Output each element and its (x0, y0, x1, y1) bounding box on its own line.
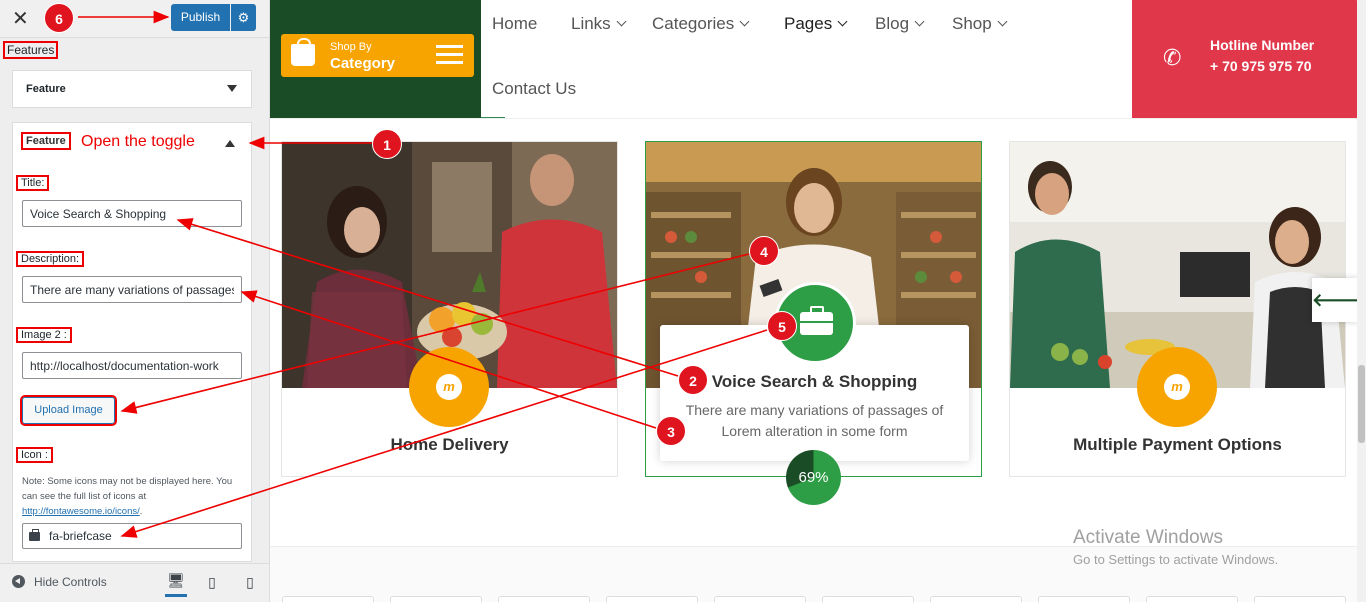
progress-circle: 69% (786, 450, 841, 505)
mobile-preview-icon[interactable]: ▯ (239, 574, 261, 592)
icon-input-value: fa-briefcase (49, 529, 112, 543)
annotation-badge-6: 6 (44, 3, 74, 33)
feature-card-home-delivery: m Home Delivery (281, 141, 618, 477)
title-label: Title: (15, 175, 50, 191)
category-tile[interactable] (606, 596, 698, 602)
nav-blog-label: Blog (875, 14, 910, 33)
annotation-badge-2: 2 (678, 365, 708, 395)
desktop-preview-icon[interactable]: 🖥 (165, 572, 187, 597)
icon-note: Note: Some icons may not be displayed he… (22, 476, 233, 517)
arrow-left-icon[interactable]: 🡐 (1312, 278, 1360, 322)
scrollbar[interactable] (1357, 0, 1366, 602)
nav-shop[interactable]: Shop (952, 14, 1008, 34)
nav-categories[interactable]: Categories (652, 14, 750, 34)
nav-shop-label: Shop (952, 14, 992, 33)
category-tile[interactable] (498, 596, 590, 602)
annotation-open-toggle: Open the toggle (81, 133, 195, 150)
windows-activation-subtitle: Go to Settings to activate Windows. (1073, 552, 1279, 567)
scrollbar-thumb[interactable] (1358, 365, 1365, 443)
nav-home[interactable]: Home (492, 14, 537, 34)
icon-note-text: Note: Some icons may not be displayed he… (22, 476, 233, 502)
category-tile[interactable] (822, 596, 914, 602)
feature-section-collapsed[interactable]: Feature (12, 70, 252, 108)
caret-up-icon[interactable] (225, 140, 235, 147)
category-label: Category (330, 55, 396, 72)
collapse-icon (12, 575, 25, 588)
title-input[interactable] (22, 200, 242, 227)
description-input[interactable] (22, 276, 242, 303)
publish-button[interactable]: Publish (171, 4, 230, 31)
category-tile[interactable] (930, 596, 1022, 602)
nav-links-label: Links (571, 14, 611, 33)
briefcase-icon (29, 529, 40, 541)
feature-title: Home Delivery (390, 435, 509, 454)
phone-icon: ✆ (1163, 45, 1182, 70)
progress-value: 69% (798, 469, 829, 486)
category-tile[interactable] (1038, 596, 1130, 602)
briefcase-icon (800, 306, 833, 335)
windows-activation-title: Activate Windows (1073, 527, 1223, 548)
category-block: Shop By Category (270, 0, 481, 118)
annotation-badge-4: 4 (749, 236, 779, 266)
menu-icon (436, 45, 463, 66)
hotline-block: ✆ Hotline Number + 70 975 975 70 (1132, 0, 1366, 118)
chevron-down-icon (997, 16, 1008, 27)
brand-m-icon: m (436, 374, 462, 400)
nav-blog[interactable]: Blog (875, 14, 925, 34)
upload-image-button[interactable]: Upload Image (20, 395, 117, 426)
fontawesome-link[interactable]: http://fontawesome.io/icons/ (22, 506, 140, 517)
nav-contact[interactable]: Contact Us (492, 79, 576, 99)
breadcrumb[interactable]: Features (2, 41, 59, 59)
hide-controls-button[interactable]: Hide Controls (12, 575, 107, 589)
image-label: Image 2 : (16, 327, 72, 343)
brand-m-icon: m (1164, 374, 1190, 400)
category-tile[interactable] (282, 596, 374, 602)
section-label: Feature (26, 83, 66, 95)
annotation-badge-3: 3 (656, 416, 686, 446)
chevron-down-icon (914, 16, 925, 27)
icon-label: Icon : (16, 447, 53, 463)
image-url-input[interactable] (22, 352, 242, 379)
category-tile[interactable] (714, 596, 806, 602)
nav-categories-label: Categories (652, 14, 735, 33)
description-label: Description: (15, 251, 85, 267)
category-tile[interactable] (1254, 596, 1346, 602)
annotation-badge-5: 5 (767, 311, 797, 341)
shop-by-label: Shop By (330, 41, 372, 53)
customizer-header: ✕ Publish ⚙ (0, 0, 269, 38)
shop-by-category-button[interactable]: Shop By Category (281, 34, 474, 77)
nav-pages-label: Pages (784, 14, 833, 33)
customizer-sidebar: ✕ Publish ⚙ Features Feature Feature Ope… (0, 0, 270, 602)
nav-links[interactable]: Links (571, 14, 627, 34)
icon-input[interactable]: fa-briefcase (22, 523, 242, 549)
category-tile[interactable] (1146, 596, 1238, 602)
chevron-down-icon (837, 16, 848, 27)
category-tile[interactable] (390, 596, 482, 602)
caret-down-icon[interactable] (227, 85, 237, 92)
tablet-preview-icon[interactable]: ▯ (201, 574, 223, 592)
site-preview: Shop By Category Home Links Categories P… (270, 0, 1366, 602)
hotline-number[interactable]: + 70 975 975 70 (1210, 58, 1312, 74)
feature-card-payment: m Multiple Payment Options (1009, 141, 1346, 477)
payment-feature-icon: m (1137, 347, 1217, 427)
header-divider (270, 118, 1366, 119)
gear-icon[interactable]: ⚙ (231, 4, 256, 31)
hide-controls-label: Hide Controls (34, 575, 107, 589)
chevron-down-icon (616, 16, 627, 27)
close-icon[interactable]: ✕ (12, 6, 29, 31)
chevron-down-icon (739, 16, 750, 27)
hotline-label: Hotline Number (1210, 37, 1315, 53)
nav-pages[interactable]: Pages (784, 14, 848, 34)
delivery-feature-icon: m (409, 347, 489, 427)
section-toggle-label[interactable]: Feature (21, 132, 71, 150)
shopping-bag-icon (291, 38, 315, 66)
feature-description: There are many variations of passages of… (685, 402, 944, 439)
customizer-footer: Hide Controls 🖥 ▯ ▯ (0, 563, 269, 602)
annotation-badge-1: 1 (372, 129, 402, 159)
feature-title: Multiple Payment Options (1073, 435, 1282, 454)
